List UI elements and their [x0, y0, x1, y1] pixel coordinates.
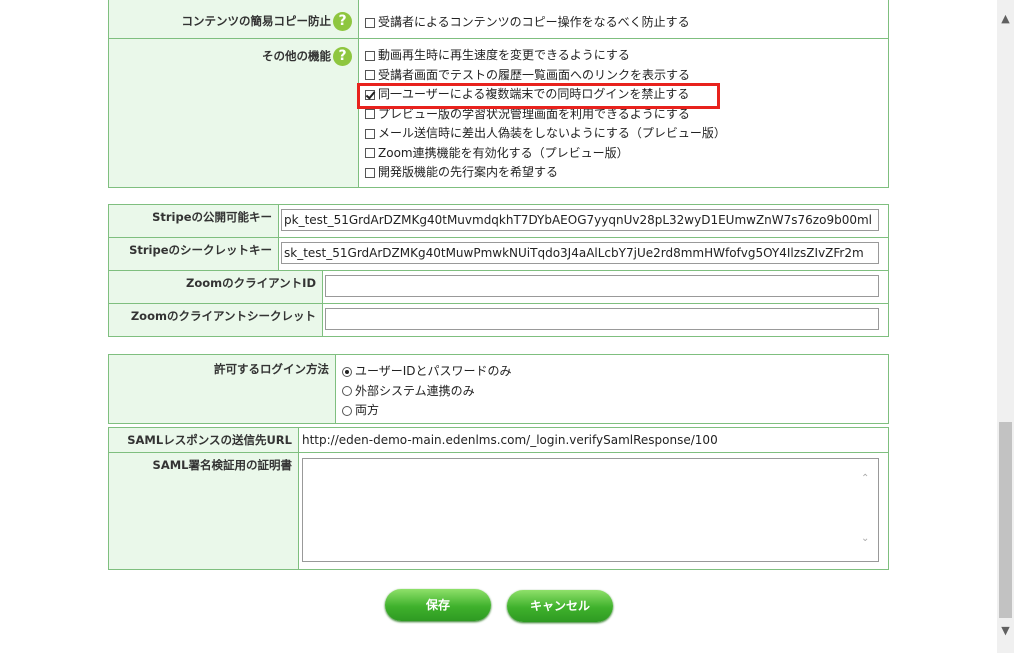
feature-option-label: Zoom連携機能を有効化する（プレビュー版） — [378, 145, 629, 160]
stripe-secret-value-cell: sk_test_51GrdArDZMKg40tMuwPmwkNUiTqdo3J4… — [278, 237, 889, 271]
saml-cert-label-cell: SAML署名検証用の証明書 — [108, 452, 299, 570]
copy-protect-option[interactable]: 受講者によるコンテンツのコピー操作をなるべく防止する — [359, 13, 888, 33]
save-button[interactable]: 保存 — [385, 589, 491, 621]
login-option-external-only[interactable]: 外部システム連携のみ — [336, 382, 888, 402]
stripe-public-key-input[interactable]: pk_test_51GrdArDZMKg40tMuvmdqkhT7DYbAEOG… — [281, 209, 879, 231]
login-method-value-cell: ユーザーIDとパスワードのみ 外部システム連携のみ 両方 — [335, 354, 889, 424]
feature-checkbox[interactable] — [365, 128, 375, 139]
feature-option-label: プレビュー版の学習状況管理画面を利用できるようにする — [378, 106, 690, 121]
copy-protect-value-cell: 受講者によるコンテンツのコピー操作をなるべく防止する — [358, 0, 889, 39]
stripe-secret-label-cell: sk_test_51GrdArDZMKg40tMuwPmwkNUiTqdo3J4… — [108, 237, 279, 271]
textarea-scroll-up-icon[interactable]: ⌃ — [861, 473, 869, 484]
feature-option-label: 受講者画面でテストの履歴一覧画面へのリンクを表示する — [378, 67, 691, 82]
scroll-down-icon[interactable]: ▼ — [997, 622, 1014, 639]
login-option-label: 外部システム連携のみ — [355, 383, 475, 398]
login-method-label: 許可するログイン方法 — [214, 362, 329, 376]
zoom-table: ZoomのクライアントID Zoomのクライアントシークレット — [108, 270, 889, 337]
copy-protect-label: コンテンツの簡易コピー防止 — [181, 14, 332, 28]
zoom-client-id-label-cell: ZoomのクライアントID — [108, 270, 323, 304]
features-table: コンテンツの簡易コピー防止? 受講者によるコンテンツのコピー操作をなるべく防止す… — [108, 0, 889, 188]
other-features-label-cell: その他の機能? — [108, 38, 359, 188]
login-option-label: 両方 — [355, 403, 380, 417]
feature-option-preview-progress[interactable]: プレビュー版の学習状況管理画面を利用できるようにする — [359, 105, 888, 125]
login-option-password-only[interactable]: ユーザーIDとパスワードのみ — [336, 362, 888, 382]
feature-option-test-history-link[interactable]: 受講者画面でテストの履歴一覧画面へのリンクを表示する — [359, 66, 888, 86]
saml-cert-value-cell: ⌃ ⌄ — [298, 452, 889, 570]
feature-checkbox[interactable] — [365, 50, 375, 61]
stripe-secret-key-input[interactable]: sk_test_51GrdArDZMKg40tMuwPmwkNUiTqdo3J4… — [281, 242, 879, 264]
copy-protect-option-label: 受講者によるコンテンツのコピー操作をなるべく防止する — [378, 15, 690, 29]
textarea-scroll-down-icon[interactable]: ⌄ — [861, 533, 869, 544]
zoom-client-id-value-cell — [322, 270, 889, 304]
feature-option-mail-sender[interactable]: メール送信時に差出人偽装をしないようにする（プレビュー版） — [359, 124, 888, 144]
help-icon[interactable]: ? — [333, 47, 352, 66]
feature-option-concurrent-login-ban[interactable]: 同一ユーザーによる複数端末での同時ログインを禁止する — [359, 85, 888, 105]
other-features-value-cell: 動画再生時に再生速度を変更できるようにする 受講者画面でテストの履歴一覧画面への… — [358, 38, 889, 188]
saml-cert-label: SAML署名検証用の証明書 — [152, 458, 292, 472]
login-option-label: ユーザーIDとパスワードのみ — [355, 364, 512, 378]
login-radio[interactable] — [342, 405, 352, 416]
zoom-client-secret-label: Zoomのクライアントシークレット — [130, 309, 316, 323]
feature-option-label: 開発版機能の先行案内を希望する — [378, 165, 559, 179]
login-method-table: 許可するログイン方法 ユーザーIDとパスワードのみ 外部システム連携のみ 両方 — [108, 354, 889, 424]
stripe-secret-label-text: Stripeのシークレットキー — [129, 243, 272, 257]
other-features-label: その他の機能 — [262, 49, 331, 63]
keys-table: Stripeの公開可能キー pk_test_51GrdArDZMKg40tMuv… — [108, 204, 889, 271]
feature-checkbox[interactable] — [365, 167, 375, 178]
feature-checkbox[interactable] — [365, 109, 375, 119]
help-icon[interactable]: ? — [333, 12, 352, 31]
feature-option-label: 同一ユーザーによる複数端末での同時ログインを禁止する — [378, 87, 690, 101]
cancel-button[interactable]: キャンセル — [507, 590, 613, 622]
zoom-client-id-input[interactable] — [325, 275, 879, 297]
scroll-thumb[interactable] — [999, 422, 1012, 618]
saml-url-label-cell: SAMLレスポンスの送信先URL — [108, 427, 299, 453]
feature-option-label: 動画再生時に再生速度を変更できるようにする — [378, 48, 630, 62]
saml-url-value-cell: http://eden-demo-main.edenlms.com/_login… — [298, 427, 889, 453]
feature-option-label: メール送信時に差出人偽装をしないようにする（プレビュー版） — [378, 126, 726, 140]
zoom-client-secret-value-cell — [322, 303, 889, 337]
page-scrollbar[interactable]: ▲ ▼ — [997, 0, 1014, 653]
zoom-client-secret-input[interactable] — [325, 308, 879, 330]
login-radio[interactable] — [342, 386, 352, 396]
saml-table: SAMLレスポンスの送信先URL http://eden-demo-main.e… — [108, 427, 889, 570]
saml-url-label: SAMLレスポンスの送信先URL — [127, 433, 292, 447]
copy-protect-label-cell: コンテンツの簡易コピー防止? — [108, 0, 359, 39]
stripe-public-value-cell: pk_test_51GrdArDZMKg40tMuvmdqkhT7DYbAEOG… — [278, 204, 889, 238]
login-method-label-cell: 許可するログイン方法 — [108, 354, 336, 424]
feature-checkbox-checked[interactable] — [365, 89, 375, 100]
feature-option-dev-preview[interactable]: 開発版機能の先行案内を希望する — [359, 163, 888, 183]
copy-protect-checkbox[interactable] — [365, 17, 375, 28]
zoom-client-secret-label-cell: Zoomのクライアントシークレット — [108, 303, 323, 337]
scroll-up-icon[interactable]: ▲ — [997, 10, 1014, 27]
feature-checkbox[interactable] — [365, 70, 375, 80]
login-option-both[interactable]: 両方 — [336, 401, 888, 421]
zoom-client-id-label: ZoomのクライアントID — [186, 276, 316, 290]
feature-option-zoom[interactable]: Zoom連携機能を有効化する（プレビュー版） — [359, 144, 888, 164]
feature-checkbox[interactable] — [365, 148, 375, 158]
feature-option-playback-speed[interactable]: 動画再生時に再生速度を変更できるようにする — [359, 46, 888, 66]
saml-cert-textarea[interactable] — [302, 458, 879, 562]
stripe-public-label-cell: Stripeの公開可能キー — [108, 204, 279, 238]
stripe-public-label: Stripeの公開可能キー — [152, 210, 272, 224]
saml-url-value: http://eden-demo-main.edenlms.com/_login… — [302, 433, 718, 447]
login-radio-selected[interactable] — [342, 366, 352, 377]
